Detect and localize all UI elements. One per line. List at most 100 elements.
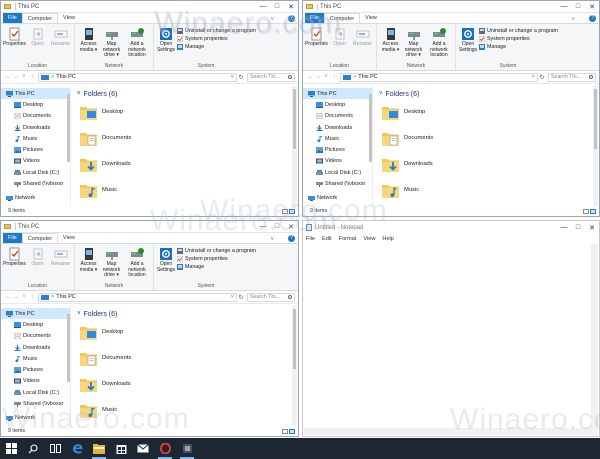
forward-arrow-icon[interactable]: →	[12, 294, 20, 300]
map-network-drive-button[interactable]: Map network drive ▾	[402, 25, 425, 63]
nav-item-local-disk-c[interactable]: Local Disk (C:)	[303, 167, 372, 178]
collapse-chevron-icon[interactable]: ˅	[77, 91, 81, 97]
nav-item-videos[interactable]: Videos	[1, 376, 70, 387]
properties-button[interactable]: Properties	[3, 25, 26, 63]
search-button[interactable]	[22, 438, 44, 459]
tab-view[interactable]: View	[360, 13, 382, 23]
folder-item-music[interactable]: Music	[77, 177, 292, 203]
add-network-location-button[interactable]: Add a network location	[123, 245, 151, 283]
manage-item[interactable]: Manage	[177, 263, 256, 271]
menu-format[interactable]: Format	[339, 236, 357, 242]
details-view-icon[interactable]	[282, 208, 288, 214]
folder-item-desktop[interactable]: Desktop	[77, 319, 292, 345]
opera-button[interactable]	[154, 438, 176, 459]
address-field[interactable]: > This PC ˅	[340, 72, 538, 82]
open-settings-button[interactable]: Open Settings	[156, 245, 176, 283]
refresh-icon[interactable]: ↻	[538, 74, 546, 81]
address-dropdown-chevron-icon[interactable]: ˅	[231, 294, 234, 300]
nav-item-this-pc[interactable]: This PC	[303, 88, 372, 100]
nav-item-documents[interactable]: Documents	[1, 111, 70, 122]
open-button[interactable]: Open	[328, 25, 351, 63]
folder-item-desktop[interactable]: Desktop	[77, 99, 292, 125]
add-network-location-button[interactable]: Add a network location	[425, 25, 453, 63]
large-icons-view-icon[interactable]	[289, 428, 295, 434]
nav-item-videos[interactable]: Videos	[303, 156, 372, 167]
uninstall-program-item[interactable]: Uninstall or change a program	[479, 27, 558, 35]
nav-item-downloads[interactable]: Downloads	[1, 342, 70, 353]
collapse-chevron-icon[interactable]: ˅	[379, 91, 383, 97]
address-dropdown-chevron-icon[interactable]: ˅	[231, 74, 234, 80]
open-settings-button[interactable]: Open Settings	[156, 25, 176, 63]
folders-group-header[interactable]: ˅ Folders (6)	[77, 309, 292, 319]
mail-button[interactable]	[132, 438, 154, 459]
refresh-icon[interactable]: ↻	[237, 294, 245, 301]
nav-item-pictures[interactable]: Pictures	[303, 144, 372, 155]
folder-item-documents[interactable]: Documents	[77, 345, 292, 371]
access-media-button[interactable]: Access media ▾	[379, 25, 402, 63]
system-properties-item[interactable]: System properties	[177, 255, 256, 263]
tab-computer[interactable]: Computer	[21, 233, 59, 243]
help-icon[interactable]: ?	[589, 15, 596, 22]
nav-item-shared-vboxsr[interactable]: Shared (\\vboxsr	[1, 178, 70, 189]
address-field[interactable]: > This PC ˅	[38, 72, 237, 82]
back-arrow-icon[interactable]: ←	[4, 294, 12, 300]
navigation-scrollbar[interactable]	[67, 94, 70, 162]
tab-computer[interactable]: Computer	[21, 13, 59, 23]
expand-ribbon-chevron-icon[interactable]: ˅	[571, 17, 575, 23]
menu-view[interactable]: View	[363, 236, 375, 242]
app-button[interactable]	[176, 438, 198, 459]
manage-item[interactable]: Manage	[177, 43, 256, 51]
rename-button[interactable]: Rename	[49, 25, 72, 63]
collapse-chevron-icon[interactable]: ˅	[77, 311, 81, 317]
folder-item-downloads[interactable]: Downloads	[77, 371, 292, 397]
minimize-button[interactable]: —	[557, 222, 571, 233]
add-network-location-button[interactable]: Add a network location	[123, 25, 151, 63]
system-properties-item[interactable]: System properties	[177, 35, 256, 43]
menu-help[interactable]: Help	[382, 236, 394, 242]
tab-file[interactable]: File	[3, 13, 22, 23]
access-media-button[interactable]: Access media ▾	[77, 25, 100, 63]
up-arrow-icon[interactable]: ↑	[330, 74, 338, 80]
tab-file[interactable]: File	[305, 13, 324, 23]
task-view-button[interactable]	[44, 438, 66, 459]
content-scrollbar[interactable]	[593, 86, 598, 206]
nav-item-music[interactable]: Music	[1, 133, 70, 144]
folders-group-header[interactable]: ˅ Folders (6)	[77, 89, 292, 99]
uninstall-program-item[interactable]: Uninstall or change a program	[177, 247, 256, 255]
minimize-button[interactable]: —	[557, 1, 571, 12]
minimize-button[interactable]: —	[256, 221, 270, 232]
nav-item-documents[interactable]: Documents	[1, 331, 70, 342]
menu-edit[interactable]: Edit	[322, 236, 332, 242]
map-network-drive-button[interactable]: Map network drive ▾	[100, 25, 123, 63]
horizontal-scrollbar[interactable]	[304, 428, 591, 435]
manage-item[interactable]: Manage	[479, 43, 558, 51]
nav-item-this-pc[interactable]: This PC	[1, 308, 70, 320]
nav-item-pictures[interactable]: Pictures	[1, 144, 70, 155]
nav-item-music[interactable]: Music	[1, 353, 70, 364]
help-icon[interactable]: ?	[288, 15, 295, 22]
close-button[interactable]: ✕	[585, 1, 599, 12]
vertical-scrollbar[interactable]	[591, 244, 598, 428]
nav-item-pictures[interactable]: Pictures	[1, 364, 70, 375]
expand-ribbon-chevron-icon[interactable]: ˅	[270, 237, 274, 243]
folder-item-music[interactable]: Music	[379, 177, 593, 203]
nav-item-videos[interactable]: Videos	[1, 156, 70, 167]
system-properties-item[interactable]: System properties	[479, 35, 558, 43]
folder-item-downloads[interactable]: Downloads	[77, 151, 292, 177]
search-input[interactable]: Search Thi...	[548, 72, 596, 82]
nav-item-local-disk-c[interactable]: Local Disk (C:)	[1, 167, 70, 178]
breadcrumb-this-pc[interactable]: This PC	[358, 74, 378, 80]
expand-ribbon-chevron-icon[interactable]: ˅	[270, 17, 274, 23]
minimize-button[interactable]: —	[256, 1, 270, 12]
search-input[interactable]: Search Thi...	[247, 72, 295, 82]
close-button[interactable]: ✕	[284, 1, 298, 12]
nav-item-desktop[interactable]: Desktop	[1, 319, 70, 330]
details-view-icon[interactable]	[282, 428, 288, 434]
start-button[interactable]	[0, 438, 22, 459]
refresh-icon[interactable]: ↻	[237, 74, 245, 81]
open-button[interactable]: Open	[26, 245, 49, 283]
navigation-scrollbar[interactable]	[67, 314, 70, 382]
navigation-scrollbar[interactable]	[369, 94, 372, 162]
folder-item-documents[interactable]: Documents	[77, 125, 292, 151]
content-scrollbar[interactable]	[292, 306, 297, 426]
